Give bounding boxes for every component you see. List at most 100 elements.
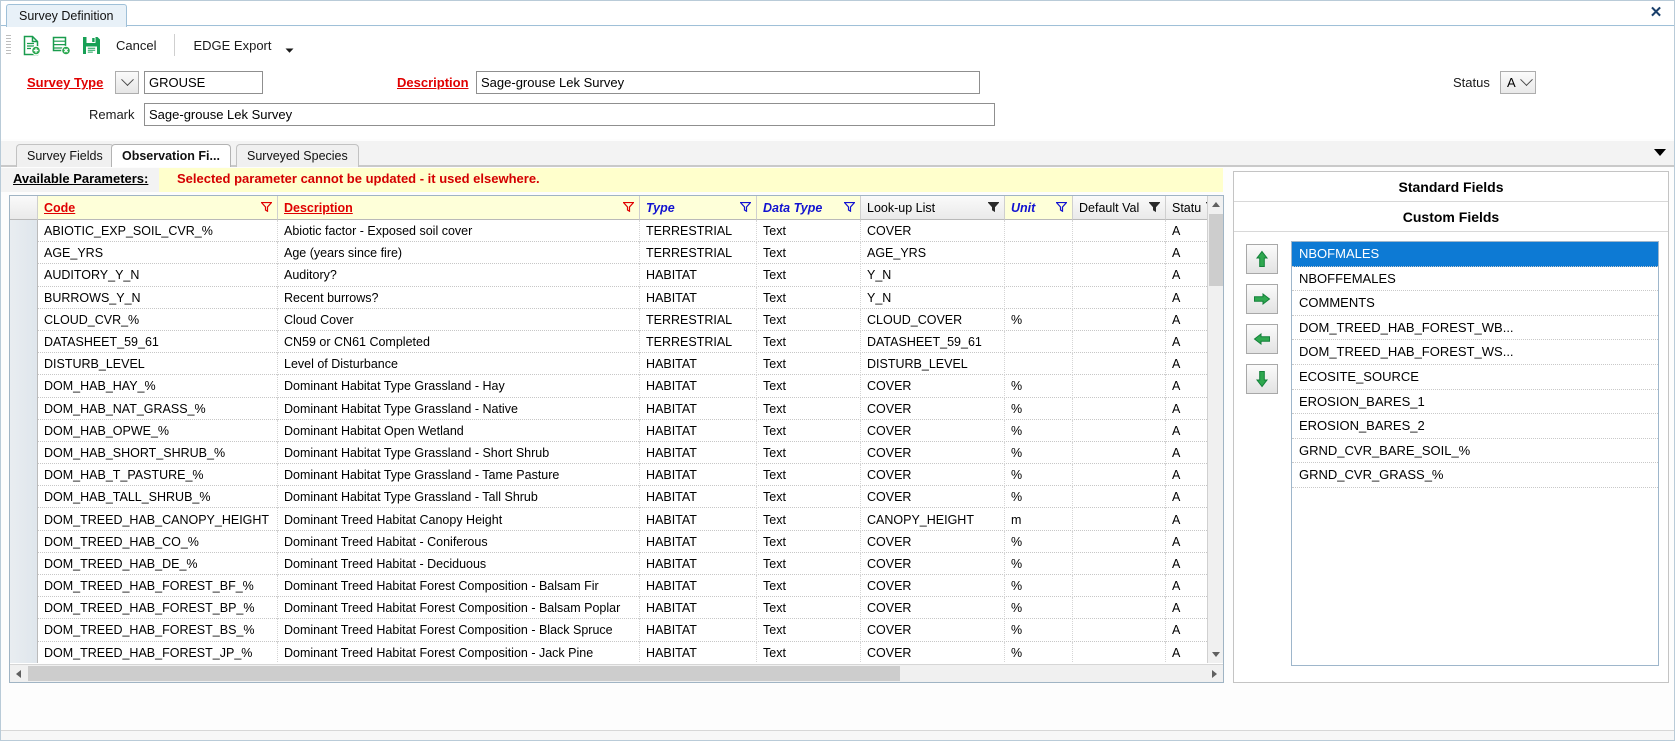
filter-icon[interactable]: [1055, 201, 1068, 215]
filter-icon[interactable]: [622, 201, 635, 215]
column-header-look-up-list[interactable]: Look-up List: [861, 196, 1005, 220]
grid-vertical-scrollbar[interactable]: [1207, 196, 1223, 663]
row-selector[interactable]: [10, 464, 38, 487]
table-row[interactable]: DOM_HAB_HAY_% Dominant Habitat Type Grass…: [10, 375, 1223, 398]
vertical-scroll-thumb[interactable]: [1209, 214, 1223, 286]
row-selector[interactable]: [10, 264, 38, 287]
row-selector[interactable]: [10, 486, 38, 509]
table-row[interactable]: DOM_TREED_HAB_FOREST_BF_% Dominant Treed …: [10, 575, 1223, 598]
row-selector[interactable]: [10, 552, 38, 575]
filter-icon[interactable]: [987, 201, 1000, 215]
custom-field-item[interactable]: NBOFFEMALES: [1292, 267, 1658, 292]
tab-survey-fields[interactable]: Survey Fields: [16, 144, 114, 167]
survey-type-input[interactable]: GROUSE: [144, 71, 263, 94]
table-row[interactable]: CLOUD_CVR_% Cloud Cover TERRESTRIAL Text CLO…: [10, 308, 1223, 331]
custom-field-item[interactable]: ECOSITE_SOURCE: [1292, 365, 1658, 390]
table-row[interactable]: DOM_TREED_HAB_CO_% Dominant Treed Habitat…: [10, 530, 1223, 553]
tab-surveyed-species[interactable]: Surveyed Species: [236, 144, 359, 167]
column-header-default-val[interactable]: Default Val: [1073, 196, 1166, 220]
toolbar-grip[interactable]: [6, 35, 11, 55]
delete-record-icon[interactable]: [46, 31, 76, 59]
move-right-button[interactable]: [1246, 284, 1278, 314]
custom-field-item[interactable]: DOM_TREED_HAB_FOREST_WS...: [1292, 340, 1658, 365]
column-header-code[interactable]: Code: [38, 196, 278, 220]
scroll-up-icon[interactable]: [1208, 196, 1223, 213]
filter-icon[interactable]: [843, 201, 856, 215]
row-selector[interactable]: [10, 308, 38, 331]
scroll-down-icon[interactable]: [1208, 646, 1223, 663]
custom-field-item[interactable]: EROSION_BARES_2: [1292, 414, 1658, 439]
row-selector[interactable]: [10, 375, 38, 398]
horizontal-scroll-thumb[interactable]: [28, 666, 900, 681]
filter-icon[interactable]: [260, 201, 273, 215]
custom-field-item[interactable]: COMMENTS: [1292, 291, 1658, 316]
table-row[interactable]: DOM_TREED_HAB_CANOPY_HEIGHT Dominant Tree…: [10, 508, 1223, 531]
filter-icon[interactable]: [1148, 201, 1161, 215]
move-down-button[interactable]: [1246, 364, 1278, 394]
scroll-right-icon[interactable]: [1206, 665, 1223, 682]
move-left-button[interactable]: [1246, 324, 1278, 354]
row-selector[interactable]: [10, 441, 38, 465]
table-row[interactable]: DOM_TREED_HAB_FOREST_JP_% Dominant Treed …: [10, 641, 1223, 663]
row-selector[interactable]: [10, 530, 38, 553]
window-tab-survey-definition[interactable]: Survey Definition: [6, 4, 127, 27]
row-selector[interactable]: [10, 419, 38, 442]
row-selector[interactable]: [10, 508, 38, 531]
grid-horizontal-scrollbar[interactable]: [10, 664, 1223, 682]
table-row[interactable]: DOM_HAB_TALL_SHRUB_% Dominant Habitat Typ…: [10, 486, 1223, 509]
table-row[interactable]: DOM_HAB_OPWE_% Dominant Habitat Open Wetl…: [10, 419, 1223, 442]
table-row[interactable]: BURROWS_Y_N Recent burrows? HABITAT Text Y_N…: [10, 286, 1223, 309]
row-selector[interactable]: [10, 242, 38, 265]
custom-field-item[interactable]: DOM_TREED_HAB_FOREST_WB...: [1292, 316, 1658, 341]
cell-lookup: DATASHEET_59_61: [861, 330, 1005, 354]
row-selector[interactable]: [10, 597, 38, 620]
table-row[interactable]: DOM_TREED_HAB_FOREST_BP_% Dominant Treed …: [10, 597, 1223, 620]
row-selector[interactable]: [10, 220, 38, 243]
custom-field-item[interactable]: GRND_CVR_GRASS_%: [1292, 463, 1658, 488]
edge-export-button[interactable]: EDGE Export: [183, 31, 281, 59]
table-row[interactable]: DOM_HAB_SHORT_SHRUB_% Dominant Habitat Ty…: [10, 441, 1223, 465]
custom-fields-header[interactable]: Custom Fields: [1234, 202, 1668, 232]
custom-field-item[interactable]: EROSION_BARES_1: [1292, 390, 1658, 415]
table-row[interactable]: ABIOTIC_EXP_SOIL_CVR_% Abiotic factor - E…: [10, 220, 1223, 243]
grid-body[interactable]: ABIOTIC_EXP_SOIL_CVR_% Abiotic factor - E…: [10, 220, 1223, 663]
column-header-description[interactable]: Description: [278, 196, 640, 220]
table-row[interactable]: DOM_HAB_NAT_GRASS_% Dominant Habitat Type…: [10, 397, 1223, 420]
description-input[interactable]: Sage-grouse Lek Survey: [476, 71, 980, 94]
custom-field-item[interactable]: GRND_CVR_BARE_SOIL_%: [1292, 439, 1658, 464]
row-selector[interactable]: [10, 330, 38, 354]
table-row[interactable]: DATASHEET_59_61 CN59 or CN61 Completed TER…: [10, 330, 1223, 354]
row-selector[interactable]: [10, 641, 38, 663]
close-icon[interactable]: ✕: [1646, 3, 1666, 23]
scroll-left-icon[interactable]: [10, 665, 27, 682]
custom-fields-list[interactable]: NBOFMALES NBOFFEMALES COMMENTS DOM_TREED_HA…: [1291, 241, 1659, 666]
column-header-data-type[interactable]: Data Type: [757, 196, 861, 220]
custom-field-item[interactable]: NBOFMALES: [1292, 242, 1658, 267]
table-row[interactable]: AUDITORY_Y_N Auditory? HABITAT Text Y_N A: [10, 264, 1223, 287]
column-header-row-selector[interactable]: [10, 196, 38, 220]
row-selector[interactable]: [10, 619, 38, 642]
move-up-button[interactable]: [1246, 244, 1278, 274]
row-selector[interactable]: [10, 397, 38, 420]
survey-type-dropdown-button[interactable]: [115, 71, 139, 94]
table-row[interactable]: DOM_TREED_HAB_DE_% Dominant Treed Habitat…: [10, 552, 1223, 575]
row-selector[interactable]: [10, 353, 38, 376]
status-select[interactable]: A: [1500, 71, 1536, 94]
table-row[interactable]: DOM_HAB_T_PASTURE_% Dominant Habitat Type…: [10, 464, 1223, 487]
tab-observation-fields[interactable]: Observation Fi...: [111, 144, 231, 167]
table-row[interactable]: AGE_YRS Age (years since fire) TERRESTRIAL…: [10, 242, 1223, 265]
standard-fields-header[interactable]: Standard Fields: [1234, 172, 1668, 202]
column-header-type[interactable]: Type: [640, 196, 757, 220]
caret-down-icon[interactable]: [1654, 149, 1666, 156]
column-header-unit[interactable]: Unit: [1005, 196, 1073, 220]
cancel-button[interactable]: Cancel: [106, 31, 166, 59]
table-row[interactable]: DOM_TREED_HAB_FOREST_BS_% Dominant Treed …: [10, 619, 1223, 642]
row-selector[interactable]: [10, 286, 38, 309]
new-record-icon[interactable]: [16, 31, 46, 59]
save-icon[interactable]: [76, 31, 106, 59]
filter-icon[interactable]: [739, 201, 752, 215]
table-row[interactable]: DISTURB_LEVEL Level of Disturbance HABITAT…: [10, 353, 1223, 376]
remark-input[interactable]: Sage-grouse Lek Survey: [144, 103, 995, 126]
row-selector[interactable]: [10, 575, 38, 598]
chevron-down-icon[interactable]: [282, 32, 298, 58]
